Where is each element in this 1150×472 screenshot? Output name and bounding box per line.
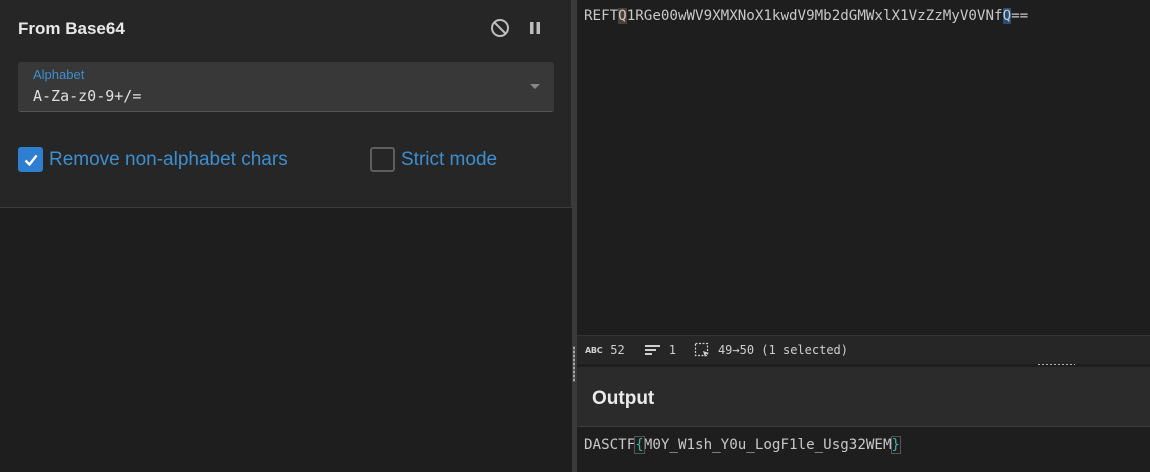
alphabet-value: A-Za-z0-9+/= <box>33 87 142 105</box>
output-title: Output <box>592 388 655 409</box>
strict-mode-checkbox[interactable]: Strict mode <box>370 147 497 172</box>
alphabet-select[interactable]: Alphabet A-Za-z0-9+/= <box>18 62 554 112</box>
brace-open: { <box>634 436 645 454</box>
remove-non-alphabet-checkbox[interactable]: Remove non-alphabet chars <box>18 147 288 172</box>
output-body: M0Y_W1sh_Y0u_LogF1le_Usg32WEM <box>643 437 892 453</box>
input-text-middle: 1RGe00wWV9XMXNoX1kwdV9Mb2dGMWxlX1VzZzMyV… <box>626 8 1003 24</box>
output-header: Output <box>577 367 1150 427</box>
lines-status: 1 <box>644 343 676 357</box>
output-prefix: DASCTF <box>584 437 636 453</box>
checkbox-unchecked-icon[interactable] <box>370 147 395 172</box>
output-resize-handle[interactable] <box>1037 363 1075 366</box>
selection-icon <box>694 342 709 357</box>
output-text[interactable]: DASCTF{M0Y_W1sh_Y0u_LogF1le_Usg32WEM} <box>584 436 902 454</box>
divider-grip-icon[interactable] <box>573 346 575 382</box>
output-editor[interactable]: DASCTF{M0Y_W1sh_Y0u_LogF1le_Usg32WEM} <box>577 427 1150 472</box>
remove-non-alphabet-label: Remove non-alphabet chars <box>49 148 288 170</box>
lines-icon <box>644 345 660 355</box>
operation-title: From Base64 <box>18 19 125 38</box>
length-status: ABC 52 <box>585 343 625 357</box>
strict-mode-label: Strict mode <box>401 148 498 170</box>
selection-status: 49→50 (1 selected) <box>694 342 848 358</box>
lines-value: 1 <box>668 343 676 357</box>
input-match-highlight: Q <box>618 8 627 24</box>
disable-icon[interactable] <box>488 16 512 40</box>
chevron-down-icon <box>530 84 540 89</box>
input-editor[interactable]: REFTQ1RGe00wWV9XMXNoX1kwdV9Mb2dGMWxlX1Vz… <box>577 0 1150 335</box>
input-text-start: REFT <box>584 8 619 24</box>
input-text-end: == <box>1011 8 1029 24</box>
input-selection: Q <box>1002 8 1012 24</box>
abc-icon: ABC <box>585 345 603 355</box>
operation-card-from-base64: From Base64 Alphabet A-Za-z0-9+/= Remove… <box>0 0 572 208</box>
checkbox-checked-icon[interactable] <box>18 147 43 172</box>
brace-close: } <box>890 436 902 454</box>
input-status-bar: ABC 52 1 49→50 (1 selected) <box>577 335 1150 364</box>
input-text[interactable]: REFTQ1RGe00wWV9XMXNoX1kwdV9Mb2dGMWxlX1Vz… <box>584 8 1028 24</box>
selection-value: 49→50 (1 selected) <box>717 343 848 357</box>
alphabet-label: Alphabet <box>33 67 85 82</box>
pause-icon[interactable] <box>523 16 547 40</box>
recipe-pane: From Base64 Alphabet A-Za-z0-9+/= Remove… <box>0 0 572 472</box>
length-value: 52 <box>610 343 625 357</box>
